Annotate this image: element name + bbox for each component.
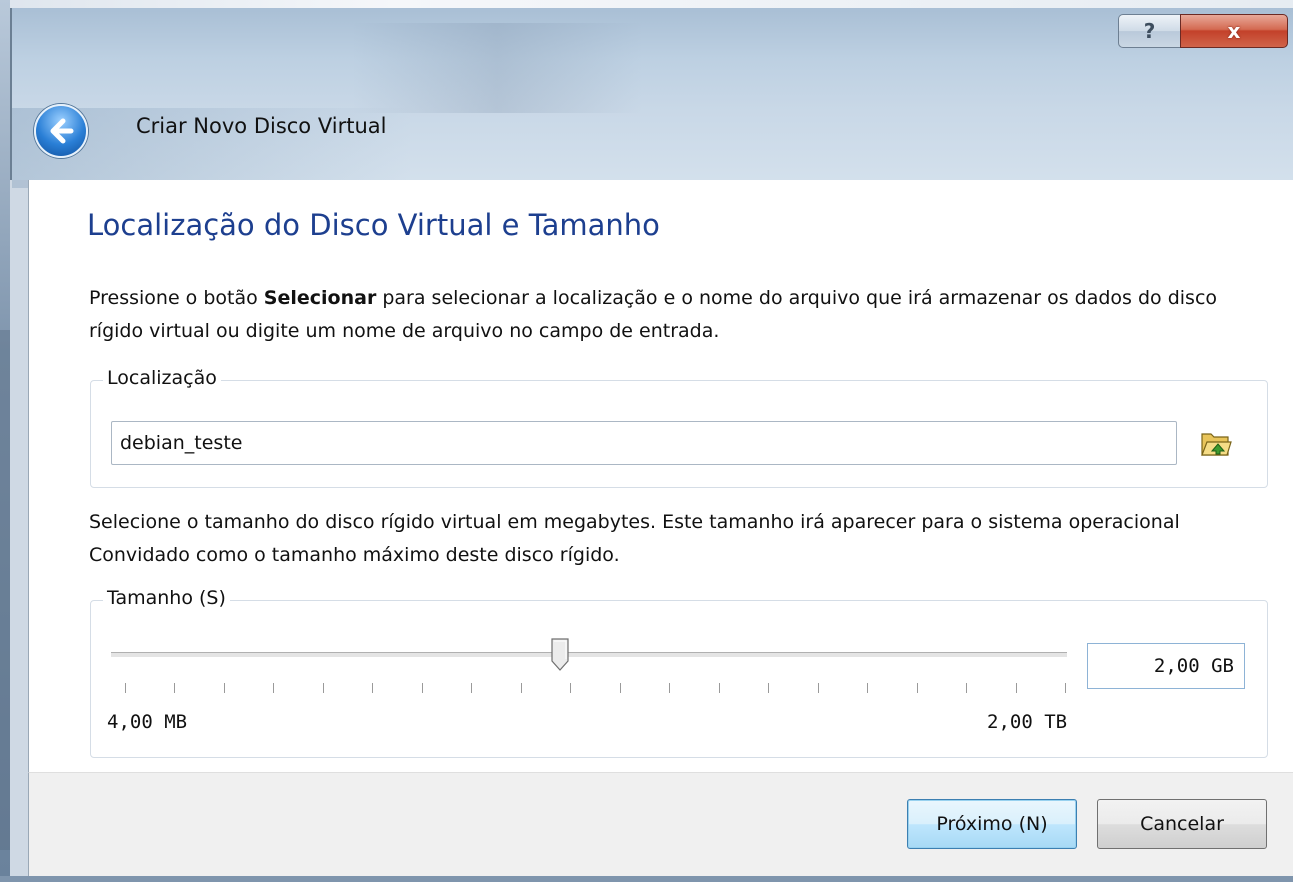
wizard-title: Criar Novo Disco Virtual [136, 114, 387, 138]
caption-buttons: ? x [1118, 14, 1288, 48]
size-min-label: 4,00 MB [107, 711, 188, 733]
slider-tick [669, 683, 671, 693]
cancel-button[interactable]: Cancelar [1097, 799, 1267, 849]
back-arrow-icon [50, 118, 74, 144]
size-group: Tamanho (S) 4,00 MB 2,00 TB 2,00 GB [90, 587, 1268, 758]
size-slider-ticks [125, 683, 1066, 695]
slider-tick [125, 683, 126, 693]
button-bar: Próximo (N) Cancelar [28, 772, 1293, 877]
slider-tick [520, 683, 522, 693]
next-button[interactable]: Próximo (N) [907, 799, 1077, 849]
window-bottom-edge [0, 876, 1293, 882]
size-group-label: Tamanho (S) [103, 587, 230, 609]
slider-tick [372, 683, 374, 693]
size-description: Selecione o tamanho do disco rígido virt… [89, 511, 1180, 566]
folder-open-icon [1201, 433, 1232, 456]
slider-tick [867, 683, 869, 693]
help-button[interactable]: ? [1118, 14, 1180, 48]
close-icon: x [1227, 19, 1241, 43]
size-input[interactable]: 2,00 GB [1087, 643, 1245, 689]
slider-tick [768, 683, 770, 693]
location-input[interactable]: debian_teste [111, 421, 1177, 465]
slider-tick [966, 683, 968, 693]
size-slider-thumb[interactable] [551, 637, 569, 671]
slider-tick [1065, 683, 1066, 693]
intro-text: Pressione o botão Selecionar para seleci… [89, 287, 1218, 342]
slider-tick [273, 683, 275, 693]
slider-tick [619, 683, 621, 693]
size-slider-track[interactable] [111, 652, 1067, 658]
page-heading: Localização do Disco Virtual e Tamanho [87, 208, 660, 242]
slider-tick [570, 683, 572, 693]
window-top-edge [10, 0, 1293, 8]
wizard-page: Localização do Disco Virtual e Tamanho P… [28, 180, 1293, 772]
back-button[interactable] [34, 104, 88, 158]
size-max-label: 2,00 TB [987, 711, 1068, 733]
slider-tick [421, 683, 423, 693]
slider-tick [223, 683, 225, 693]
slider-tick [817, 683, 819, 693]
slider-tick [718, 683, 720, 693]
title-bar [10, 8, 1293, 188]
location-group: Localização debian_teste [90, 367, 1268, 488]
location-group-label: Localização [103, 367, 221, 389]
slider-tick [471, 683, 473, 693]
slider-tick [916, 683, 918, 693]
select-keyword: Selecionar [263, 287, 377, 309]
slider-tick [1015, 683, 1017, 693]
background-window-edge [0, 330, 10, 850]
slider-tick [322, 683, 324, 693]
close-button[interactable]: x [1180, 14, 1288, 48]
help-icon: ? [1143, 19, 1156, 43]
select-file-button[interactable] [1199, 426, 1233, 460]
slider-tick [174, 683, 176, 693]
dialog-window: ? x Criar Novo Disco Virtual Localização… [0, 0, 1293, 882]
